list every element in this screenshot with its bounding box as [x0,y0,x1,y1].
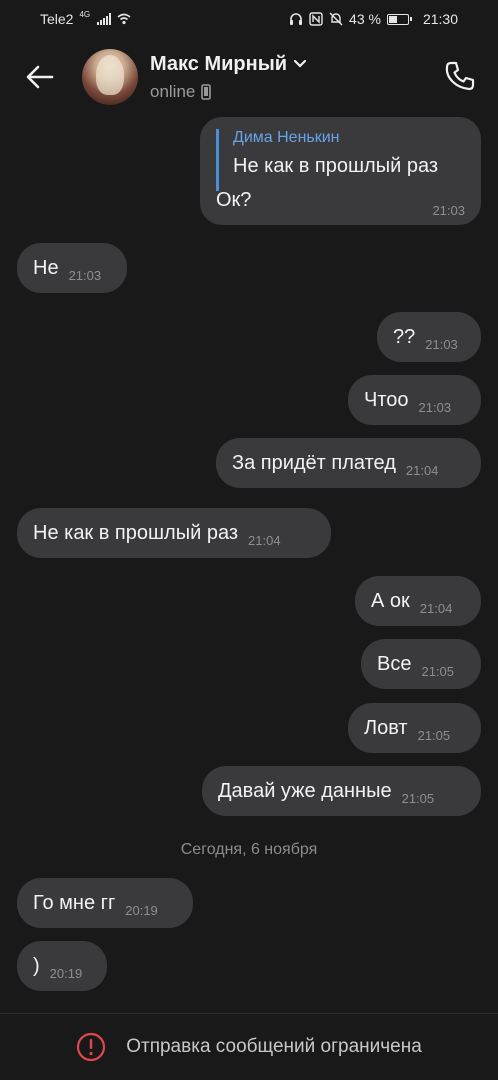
back-button[interactable] [20,57,60,97]
status-right: 43 % 21:30 [289,11,458,27]
message-time: 21:03 [425,336,458,352]
message-time: 21:05 [421,663,455,679]
call-button[interactable] [440,56,480,96]
message-text: Не [33,256,59,279]
quote-author: Дима Ненькин [233,129,340,146]
chevron-down-icon [293,59,307,68]
message-text: Ок? [216,189,252,211]
signal-icon [97,13,112,25]
status-bar: Tele2 4G 43 % 21:30 [0,0,498,38]
message-bubble-reply[interactable]: Дима Ненькин Не как в прошлый раз Ок? 21… [200,117,481,225]
message-text: ) [33,954,40,977]
wifi-icon [117,13,131,25]
message-text: Чтоо [364,388,409,411]
status-left: Tele2 4G [40,11,131,27]
restriction-notice: Отправка сообщений ограничена [126,1036,422,1057]
message-text: Ловт [364,716,408,739]
message-bubble-out[interactable]: Чтоо 21:03 [348,375,481,425]
quoted-message[interactable]: Дима Ненькин Не как в прошлый раз [216,129,438,191]
message-time: 21:03 [68,267,102,283]
message-text: Го мне гг [33,891,116,914]
avatar[interactable] [82,49,138,105]
message-text: За придёт платед [232,451,396,474]
message-time: 21:03 [418,399,452,415]
carrier-label: Tele2 [40,11,74,27]
message-time: 21:04 [248,532,281,548]
message-time: 20:19 [49,965,83,981]
nfc-icon [309,12,323,26]
message-bubble-out[interactable]: А ок 21:04 [355,576,481,626]
message-text: Все [377,652,412,675]
status-text: online [150,81,196,101]
contact-name-text: Макс Мирный [150,52,288,75]
message-bubble-out[interactable]: Ловт 21:05 [348,703,481,753]
network-type: 4G [79,10,91,19]
message-time: 21:05 [417,727,451,743]
battery-icon [386,13,412,25]
message-bubble-out[interactable]: ?? 21:03 [377,312,481,362]
message-time: 21:05 [401,790,435,806]
contact-status: online [150,82,307,102]
message-bubble-out[interactable]: Давай уже данные 21:05 [202,766,481,816]
contact-info[interactable]: Макс Мирный online [150,53,307,102]
message-bubble-in[interactable]: Не как в прошлый раз 21:04 [17,508,331,558]
message-bubble-out[interactable]: Все 21:05 [361,639,481,689]
quote-text: Не как в прошлый раз [233,155,439,177]
contact-name: Макс Мирный [150,53,307,76]
message-time: 21:03 [432,203,465,218]
arrow-left-icon [26,65,54,89]
mobile-icon [201,83,212,100]
message-time: 21:04 [405,462,439,478]
chat-header: Макс Мирный online [0,38,498,116]
message-bubble-out[interactable]: За придёт платед 21:04 [216,438,481,488]
message-text: Не как в прошлый раз [33,521,239,544]
message-time: 21:04 [419,600,453,616]
messaging-restricted-bar: Отправка сообщений ограничена [0,1013,498,1080]
message-text: А ок [371,589,410,612]
mute-bell-icon [329,12,343,26]
date-separator: Сегодня, 6 ноября [180,841,318,858]
battery-percent: 43 % [349,11,381,27]
message-time: 20:19 [125,902,158,918]
warning-icon [77,1032,106,1062]
phone-icon [445,61,475,91]
clock: 21:30 [422,11,458,27]
message-text: ?? [393,325,416,348]
message-text: Давай уже данные [218,779,392,802]
message-bubble-in[interactable]: ) 20:19 [17,941,107,991]
message-bubble-in[interactable]: Не 21:03 [17,243,127,293]
headphones-icon [290,13,303,25]
message-bubble-in[interactable]: Го мне гг 20:19 [17,878,193,928]
